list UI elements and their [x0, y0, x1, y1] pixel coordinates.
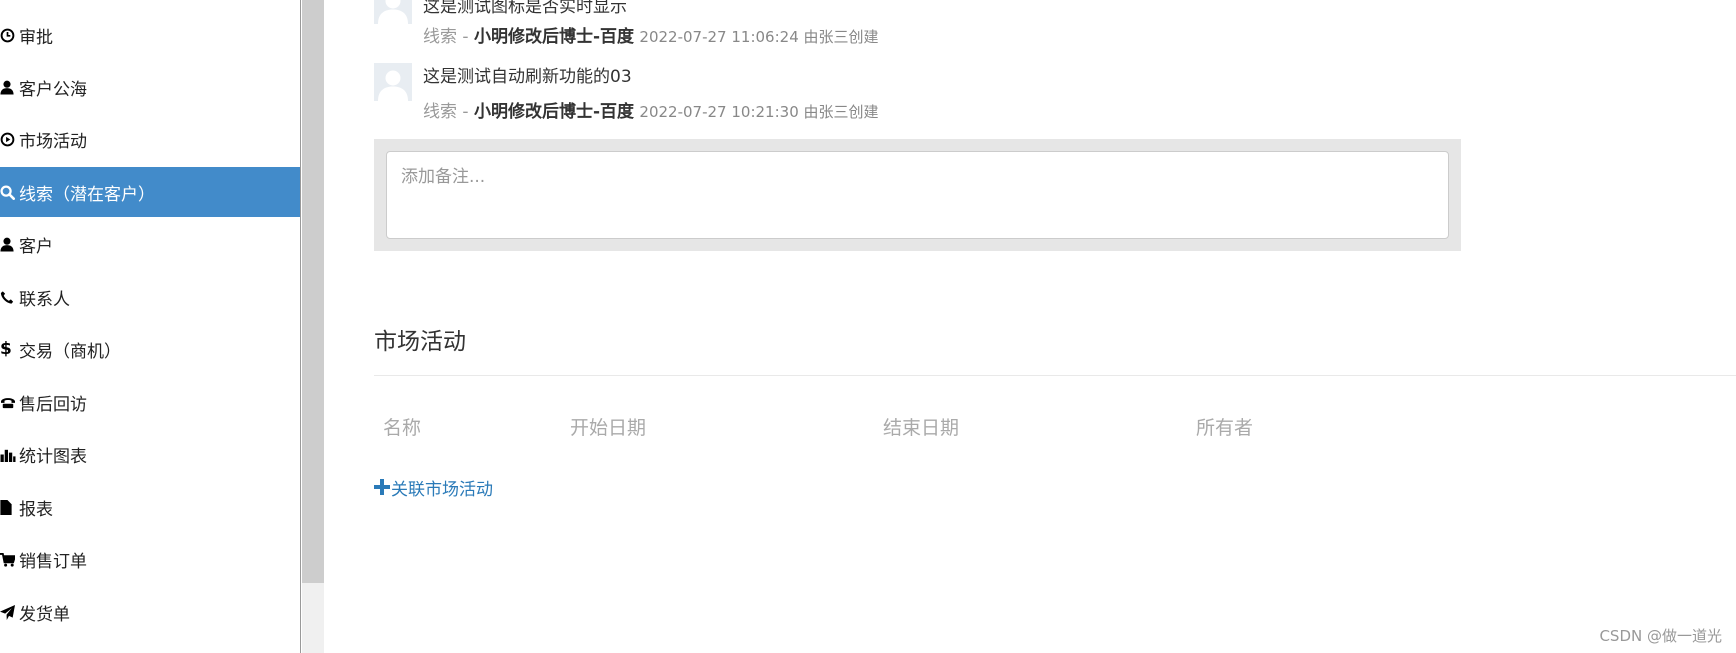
sidebar-item-contacts[interactable]: 联系人	[0, 272, 300, 322]
phone-alt-icon	[0, 395, 19, 409]
note-source[interactable]: 小明修改后博士-百度	[474, 27, 634, 47]
sidebar-item-label: 线索（潜在客户）	[19, 184, 155, 205]
sidebar-nav: 审批 客户公海 市场活动 线索（潜在客户） 客户 联系人 $ 交易（商机） 售后…	[0, 0, 301, 653]
section-title: 市场活动	[374, 329, 466, 355]
section-divider	[374, 375, 1736, 376]
note-type: 线索	[423, 102, 457, 122]
clock-icon	[0, 28, 19, 43]
column-header-start-date: 开始日期	[570, 417, 647, 439]
sidebar-item-public-customers[interactable]: 客户公海	[0, 62, 300, 112]
note-type: 线索	[423, 27, 457, 47]
sidebar-item-label: 统计图表	[19, 446, 87, 467]
note-meta: 线索 - 小明修改后博士-百度 2022-07-27 11:06:24 由张三创…	[423, 22, 879, 47]
sidebar-item-sales-orders[interactable]: 销售订单	[0, 534, 300, 584]
note-time: 2022-07-27 10:21:30 由张三创建	[639, 103, 879, 121]
sidebar-item-label: 市场活动	[19, 131, 87, 152]
column-header-name: 名称	[383, 417, 422, 439]
link-activity-label: 关联市场活动	[391, 480, 493, 500]
sidebar-item-after-sales[interactable]: 售后回访	[0, 377, 300, 427]
avatar	[374, 0, 412, 24]
file-icon	[0, 499, 19, 515]
sidebar-item-campaigns[interactable]: 市场活动	[0, 114, 300, 164]
sidebar-item-label: 交易（商机）	[19, 341, 121, 362]
dollar-icon: $	[0, 338, 12, 359]
sidebar-item-charts[interactable]: 统计图表	[0, 429, 300, 479]
add-note-input[interactable]	[386, 151, 1449, 239]
search-icon	[0, 184, 19, 200]
stats-icon	[0, 447, 19, 462]
sidebar-item-label: 联系人	[19, 289, 70, 310]
sidebar-item-deals[interactable]: $ 交易（商机）	[0, 324, 300, 374]
note-time: 2022-07-27 11:06:24 由张三创建	[639, 28, 879, 46]
shopping-cart-icon	[0, 552, 19, 567]
phone-icon	[0, 290, 19, 305]
note-text: 这是测试图标是否实时显示	[423, 0, 627, 17]
sidebar-item-label: 报表	[19, 499, 53, 520]
sidebar-item-label: 审批	[19, 27, 53, 48]
note-meta: 线索 - 小明修改后博士-百度 2022-07-27 10:21:30 由张三创…	[423, 97, 879, 122]
send-icon	[0, 604, 19, 620]
avatar	[374, 63, 412, 101]
sidebar-item-label: 销售订单	[19, 551, 87, 572]
sidebar-item-label: 发货单	[19, 604, 70, 625]
sidebar-item-reports[interactable]: 报表	[0, 482, 300, 532]
sidebar-item-label: 客户	[19, 236, 53, 257]
sidebar-item-label: 售后回访	[19, 394, 87, 415]
sidebar-item-label: 客户公海	[19, 79, 87, 100]
note-source[interactable]: 小明修改后博士-百度	[474, 102, 634, 122]
sidebar-item-delivery[interactable]: 发货单	[0, 587, 300, 637]
play-circle-icon	[0, 132, 19, 147]
sidebar-item-customers[interactable]: 客户	[0, 219, 300, 269]
column-header-owner: 所有者	[1196, 417, 1254, 439]
note-text: 这是测试自动刷新功能的03	[423, 67, 632, 87]
plus-icon	[374, 478, 390, 498]
note-separator: -	[457, 27, 474, 47]
user-icon	[0, 80, 19, 95]
user-icon	[0, 237, 19, 252]
sidebar-item-leads[interactable]: 线索（潜在客户）	[0, 167, 300, 217]
link-activity-link[interactable]: 关联市场活动	[374, 475, 493, 500]
scrollbar-thumb[interactable]	[302, 0, 324, 583]
sidebar-item-approval[interactable]: 审批	[0, 10, 300, 60]
note-separator: -	[457, 102, 474, 122]
column-header-end-date: 结束日期	[883, 417, 960, 439]
watermark: CSDN @做一道光	[1599, 627, 1722, 645]
